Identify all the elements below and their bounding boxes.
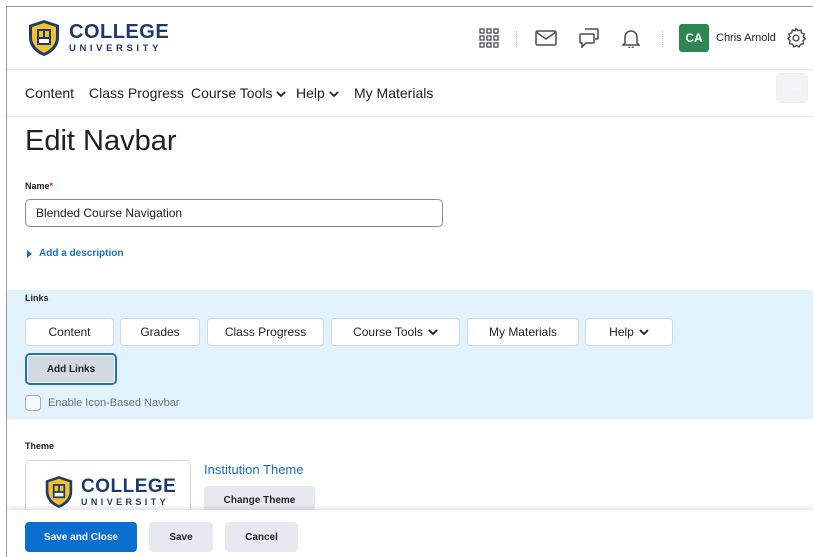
name-label-text: Name (25, 181, 50, 191)
avatar[interactable]: CA (679, 24, 709, 52)
name-label: Name* (25, 181, 53, 191)
header-separator (516, 31, 518, 47)
link-item-my-materials[interactable]: My Materials (467, 318, 579, 346)
caret-right-icon (27, 249, 32, 258)
header-separator (662, 31, 664, 47)
bell-icon[interactable] (620, 27, 642, 49)
waffle-icon[interactable] (478, 27, 500, 49)
icon-navbar-checkbox[interactable] (25, 395, 41, 411)
link-item-content[interactable]: Content (25, 318, 114, 346)
link-item-class-progress[interactable]: Class Progress (207, 318, 324, 346)
icon-navbar-label: Enable Icon-Based Navbar (48, 397, 180, 409)
icon-navbar-toggle[interactable]: Enable Icon-Based Navbar (25, 395, 179, 411)
chevron-down-icon (276, 91, 287, 98)
chat-icon[interactable] (578, 27, 600, 49)
theme-logo-university-text: UNIVERSITY (81, 497, 170, 507)
nav-item-class-progress[interactable]: Class Progress (89, 85, 184, 101)
theme-logo: COLLEGE UNIVERSITY (44, 475, 176, 509)
mail-icon[interactable] (535, 27, 557, 49)
chevron-down-icon (639, 328, 649, 335)
chevron-down-icon (329, 91, 339, 98)
nav-item-my-materials[interactable]: My Materials (354, 85, 433, 101)
link-item-grades[interactable]: Grades (120, 318, 200, 346)
required-mark: * (49, 181, 54, 191)
link-item-label: Help (609, 325, 634, 339)
form-footer: Save and Close Save Cancel (7, 510, 813, 557)
nav-item-course-tools[interactable]: Course Tools (191, 85, 287, 101)
shield-crest-icon (29, 20, 59, 56)
more-options-button[interactable]: ··· (776, 73, 808, 103)
theme-label: Theme (25, 441, 55, 451)
theme-name-link[interactable]: Institution Theme (204, 462, 303, 477)
college-logo[interactable]: COLLEGE UNIVERSITY (27, 17, 169, 59)
link-item-label: Course Tools (353, 325, 423, 339)
user-name[interactable]: Chris Arnold (716, 32, 776, 44)
logo-college-text: COLLEGE (69, 21, 170, 44)
course-navbar: Content Class Progress Course Tools Help… (7, 69, 813, 117)
chevron-down-icon (428, 328, 438, 335)
save-and-close-button[interactable]: Save and Close (25, 522, 137, 552)
link-item-course-tools[interactable]: Course Tools (331, 318, 460, 346)
page-title: Edit Navbar (25, 125, 177, 157)
app-frame: COLLEGE UNIVERSITY CA Chris Arnold Conte… (6, 6, 813, 557)
theme-logo-college-text: COLLEGE (81, 476, 177, 497)
nav-item-content[interactable]: Content (25, 85, 74, 101)
nav-item-label: Course Tools (191, 85, 273, 101)
save-button[interactable]: Save (149, 522, 213, 552)
add-links-button[interactable]: Add Links (25, 353, 117, 385)
add-description-label: Add a description (39, 248, 124, 259)
name-field[interactable] (25, 199, 443, 227)
link-item-help[interactable]: Help (585, 318, 673, 346)
logo-university-text: UNIVERSITY (69, 43, 163, 55)
shield-crest-icon (45, 476, 73, 508)
nav-item-label: Help (296, 85, 325, 101)
top-header: COLLEGE UNIVERSITY CA Chris Arnold (7, 7, 813, 70)
nav-item-help[interactable]: Help (296, 85, 339, 101)
gear-icon[interactable] (785, 27, 807, 49)
links-label: Links (25, 293, 49, 303)
links-panel: Links Content Grades Class Progress Cour… (7, 290, 813, 419)
cancel-button[interactable]: Cancel (225, 522, 298, 552)
add-description-toggle[interactable]: Add a description (27, 248, 123, 259)
